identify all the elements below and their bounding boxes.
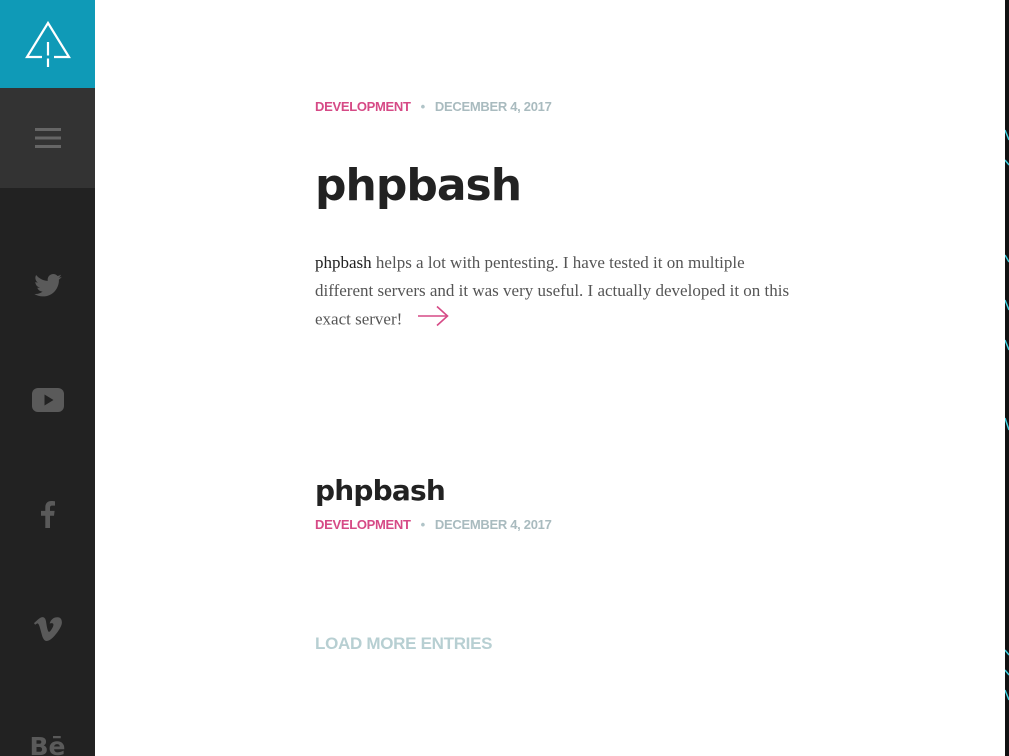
facebook-icon [40, 500, 55, 528]
sidebar: Bē [0, 0, 95, 756]
read-more-button[interactable] [417, 305, 449, 336]
post-date[interactable]: DECEMBER 4, 2017 [435, 517, 552, 532]
facebook-link[interactable] [0, 494, 95, 534]
meta-separator: • [420, 99, 426, 114]
post-date[interactable]: DECEMBER 4, 2017 [435, 99, 552, 114]
category-link[interactable]: DEVELOPMENT [315, 99, 411, 114]
arrow-right-icon [417, 305, 449, 327]
decorative-lines [1005, 129, 1009, 701]
youtube-icon [31, 388, 64, 412]
category-link[interactable]: DEVELOPMENT [315, 517, 411, 532]
twitter-icon [33, 273, 62, 296]
vimeo-icon [33, 617, 62, 641]
menu-button[interactable] [0, 88, 95, 188]
youtube-link[interactable] [0, 380, 95, 420]
excerpt-lead: phpbash [315, 253, 372, 272]
post-meta: DEVELOPMENT • DECEMBER 4, 2017 [315, 517, 552, 532]
featured-post-title[interactable]: phpbash [315, 158, 522, 214]
behance-link[interactable]: Bē [0, 726, 95, 756]
featured-post-meta: DEVELOPMENT • DECEMBER 4, 2017 [315, 99, 552, 114]
post-title[interactable]: phpbash [315, 474, 446, 508]
excerpt-text: helps a lot with pentesting. I have test… [315, 253, 790, 329]
load-more-button[interactable]: LOAD MORE ENTRIES [315, 634, 492, 654]
behance-icon: Bē [29, 731, 66, 756]
meta-separator: • [420, 517, 426, 532]
vimeo-link[interactable] [0, 609, 95, 649]
logo[interactable] [0, 0, 95, 88]
twitter-link[interactable] [0, 265, 95, 305]
featured-post-excerpt: phpbash helps a lot with pentesting. I h… [315, 249, 795, 336]
hamburger-menu-icon [34, 128, 61, 148]
decorative-edge [1005, 0, 1009, 756]
tree-outline-icon [24, 20, 71, 67]
